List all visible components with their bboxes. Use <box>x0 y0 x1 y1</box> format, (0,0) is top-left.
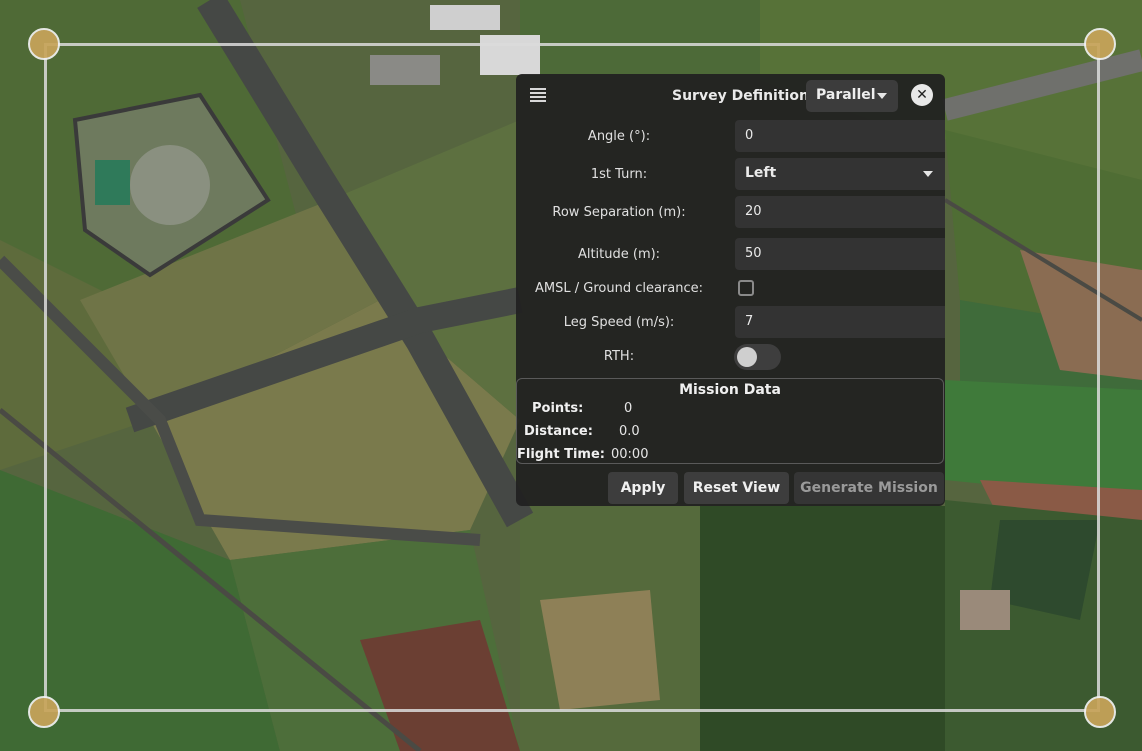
distance-value: 0.0 <box>619 424 640 439</box>
mission-data-title: Mission Data <box>679 382 781 398</box>
chevron-down-icon <box>877 93 887 99</box>
amsl-checkbox[interactable] <box>738 280 754 296</box>
vertex-handle-icon[interactable] <box>1084 28 1116 60</box>
rth-label: RTH: <box>603 349 635 364</box>
rth-toggle[interactable] <box>734 344 781 370</box>
generate-mission-button[interactable]: Generate Mission <box>794 472 944 504</box>
toggle-knob <box>737 347 757 367</box>
first-turn-dropdown[interactable]: Left <box>735 158 945 190</box>
reset-view-button[interactable]: Reset View <box>684 472 789 504</box>
leg-speed-label: Leg Speed (m/s): <box>563 315 675 330</box>
vertex-handle-icon[interactable] <box>28 696 60 728</box>
leg-speed-input[interactable]: 7 <box>735 306 945 338</box>
vertex-handle-icon[interactable] <box>28 28 60 60</box>
first-turn-value: Left <box>745 165 777 181</box>
menu-icon[interactable] <box>530 88 546 104</box>
points-value: 0 <box>624 401 633 416</box>
distance-label: Distance: <box>524 424 593 439</box>
pattern-dropdown[interactable]: Parallel <box>806 80 898 112</box>
angle-label: Angle (°): <box>587 129 651 144</box>
flight-time-value: 00:00 <box>611 447 649 462</box>
altitude-label: Altitude (m): <box>577 247 661 262</box>
panel-title: Survey Definition <box>672 88 809 104</box>
chevron-down-icon <box>923 171 933 177</box>
pattern-dropdown-value: Parallel <box>816 87 876 103</box>
row-separation-input[interactable]: 20 <box>735 196 945 228</box>
apply-button[interactable]: Apply <box>608 472 678 504</box>
panel-header: Survey Definition Parallel ✕ <box>516 74 945 118</box>
points-label: Points: <box>532 401 584 416</box>
first-turn-label: 1st Turn: <box>590 167 648 182</box>
vertex-handle-icon[interactable] <box>1084 696 1116 728</box>
row-separation-label: Row Separation (m): <box>552 205 686 220</box>
altitude-input[interactable]: 50 <box>735 238 945 270</box>
survey-definition-panel: Survey Definition Parallel ✕ Angle (°): … <box>516 74 945 506</box>
mission-data-box: Mission Data Points: 0 Distance: 0.0 Fli… <box>516 378 944 464</box>
angle-input[interactable]: 0 <box>735 120 945 152</box>
close-button[interactable]: ✕ <box>911 84 933 106</box>
amsl-label: AMSL / Ground clearance: <box>535 281 703 296</box>
flight-time-label: Flight Time: <box>517 447 605 462</box>
close-icon: ✕ <box>916 87 928 103</box>
